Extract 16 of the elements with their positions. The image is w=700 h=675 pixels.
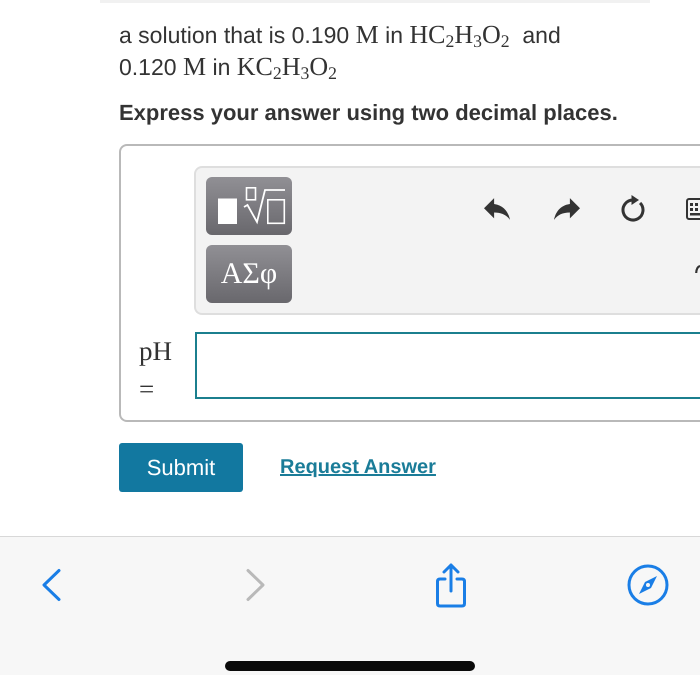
templates-button[interactable] bbox=[206, 177, 292, 235]
submit-button[interactable]: Submit bbox=[119, 443, 243, 492]
keyboard-icon[interactable] bbox=[686, 198, 700, 220]
undo-icon[interactable] bbox=[484, 198, 510, 220]
request-answer-link[interactable]: Request Answer bbox=[280, 456, 436, 479]
question-text: a solution that is 0.190 M in HC$_{2}$H$_{3}$O$_{2}$ and 0.120 M in KC$_{2}$H$_{3}$O$_{2}$ bbox=[119, 19, 562, 83]
square-root-template-icon bbox=[218, 187, 286, 225]
refresh-icon[interactable] bbox=[619, 195, 647, 223]
answer-input[interactable] bbox=[195, 332, 700, 399]
instruction-text: Express your answer using two decimal places. bbox=[119, 99, 619, 127]
clipped-icon bbox=[695, 265, 700, 273]
ph-label: pH = bbox=[139, 335, 173, 406]
share-icon[interactable] bbox=[434, 562, 468, 608]
redo-icon[interactable] bbox=[554, 198, 580, 220]
compass-icon[interactable] bbox=[627, 564, 669, 606]
greek-symbols-button[interactable]: ΑΣφ bbox=[206, 245, 292, 303]
